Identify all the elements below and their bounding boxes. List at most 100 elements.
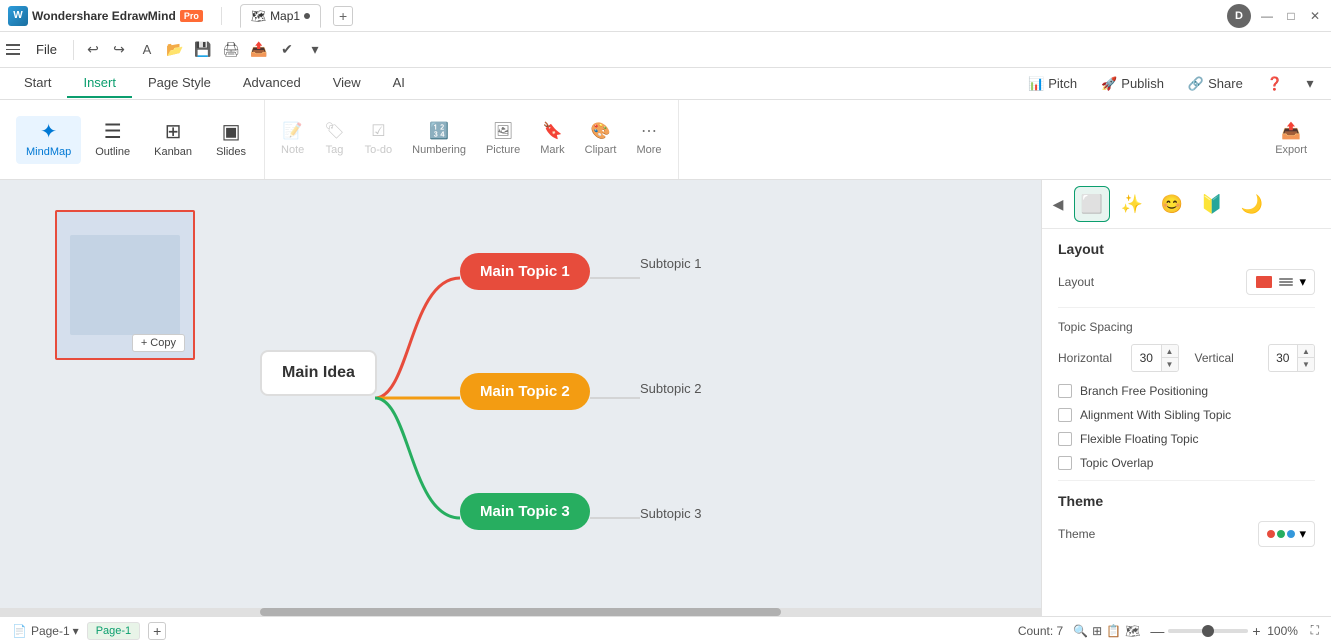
- main-area: + Copy Main Idea: [0, 180, 1331, 616]
- map-icon: 🗺: [251, 9, 266, 23]
- export-icon-button[interactable]: 📤: [246, 37, 272, 63]
- vertical-decrement[interactable]: ▼: [1298, 358, 1314, 371]
- format-button[interactable]: A: [134, 37, 160, 63]
- zoom-slider[interactable]: [1168, 629, 1248, 633]
- more-menu-button[interactable]: ▾: [302, 37, 328, 63]
- subtopic-2: Subtopic 2: [640, 381, 701, 396]
- flexible-label: Flexible Floating Topic: [1080, 432, 1199, 446]
- user-avatar[interactable]: D: [1227, 4, 1251, 28]
- topic-node-3[interactable]: Main Topic 3: [460, 493, 590, 530]
- map-tab[interactable]: 🗺 Map1: [240, 4, 321, 28]
- tag-icon: 🏷: [324, 124, 344, 140]
- tab-advanced[interactable]: Advanced: [227, 69, 317, 98]
- kanban-tool[interactable]: ⊞ Kanban: [144, 116, 202, 164]
- pitch-button[interactable]: 📊 Pitch: [1018, 72, 1087, 96]
- vertical-increment[interactable]: ▲: [1298, 345, 1314, 358]
- alignment-checkbox[interactable]: [1058, 408, 1072, 422]
- titlebar-right: D — □ ✕: [1227, 4, 1323, 28]
- theme-selector[interactable]: ▾: [1258, 521, 1315, 547]
- layout-color-block: [1256, 276, 1272, 288]
- flexible-row: Flexible Floating Topic: [1058, 432, 1315, 446]
- mindmap-tool[interactable]: ✦ MindMap: [16, 116, 81, 164]
- add-page-button[interactable]: +: [148, 622, 166, 640]
- close-button[interactable]: ✕: [1307, 8, 1323, 24]
- vertical-spinner[interactable]: 30 ▲ ▼: [1268, 344, 1316, 372]
- spacing-divider: [1058, 307, 1315, 308]
- horizontal-spinner[interactable]: 30 ▲ ▼: [1131, 344, 1179, 372]
- zoom-control: — + 100%: [1150, 623, 1300, 639]
- zoom-slider-thumb: [1202, 625, 1214, 637]
- view-icon-4[interactable]: 🗺: [1125, 624, 1140, 638]
- outline-tool[interactable]: ☰ Outline: [85, 116, 140, 164]
- zoom-in-button[interactable]: +: [1252, 623, 1260, 639]
- new-tab-button[interactable]: +: [333, 6, 353, 26]
- topic-node-1[interactable]: Main Topic 1: [460, 253, 590, 290]
- redo-button[interactable]: ↪: [106, 37, 132, 63]
- shield-panel-button[interactable]: 🔰: [1194, 186, 1230, 222]
- page-dropdown[interactable]: Page-1 ▾: [31, 624, 79, 638]
- horizontal-increment[interactable]: ▲: [1162, 345, 1178, 358]
- layout-line-3: [1279, 284, 1293, 286]
- layout-selector[interactable]: ▾: [1246, 269, 1315, 295]
- picture-icon: 🖼: [493, 124, 513, 140]
- folder-open-button[interactable]: 📂: [162, 37, 188, 63]
- branch-free-checkbox[interactable]: [1058, 384, 1072, 398]
- layout-lines-icon: [1279, 278, 1293, 286]
- spacing-section-title: Topic Spacing: [1058, 320, 1315, 334]
- undo-button[interactable]: ↩: [80, 37, 106, 63]
- horizontal-spinner-btns: ▲ ▼: [1161, 345, 1178, 371]
- moon-panel-button[interactable]: 🌙: [1234, 186, 1270, 222]
- numbering-tool[interactable]: 🔢 Numbering: [404, 120, 474, 160]
- horizontal-decrement[interactable]: ▼: [1162, 358, 1178, 371]
- horizontal-scrollbar[interactable]: [0, 608, 1041, 616]
- layout-panel-button[interactable]: ⬜: [1074, 186, 1110, 222]
- tab-view[interactable]: View: [317, 69, 377, 98]
- layout-icon-option: [1255, 275, 1273, 289]
- tab-page-style[interactable]: Page Style: [132, 69, 227, 98]
- fullscreen-button[interactable]: ⛶: [1311, 623, 1319, 638]
- clipart-tool[interactable]: 🎨 Clipart: [577, 120, 625, 160]
- tab-start[interactable]: Start: [8, 69, 67, 98]
- print-button[interactable]: 🖨: [218, 37, 244, 63]
- maximize-button[interactable]: □: [1283, 8, 1299, 24]
- page-tab[interactable]: Page-1: [87, 622, 140, 640]
- picture-tool[interactable]: 🖼 Picture: [478, 120, 528, 160]
- layout-label: Layout: [1058, 275, 1246, 289]
- undo-redo-group: ↩ ↪: [80, 37, 132, 63]
- flexible-checkbox[interactable]: [1058, 432, 1072, 446]
- check-button[interactable]: ✔: [274, 37, 300, 63]
- more-tool[interactable]: ⋯ More: [628, 120, 669, 160]
- topic-node-2[interactable]: Main Topic 2: [460, 373, 590, 410]
- publish-button[interactable]: 🚀 Publish: [1091, 72, 1174, 96]
- panel-collapse-button[interactable]: ◀: [1046, 192, 1070, 216]
- help-button[interactable]: ❓: [1257, 72, 1293, 96]
- file-menu[interactable]: File: [26, 38, 67, 61]
- pro-badge: Pro: [180, 10, 203, 22]
- view-icon-3[interactable]: 📋: [1106, 624, 1121, 638]
- zoom-out-button[interactable]: —: [1150, 623, 1164, 639]
- minimize-button[interactable]: —: [1259, 8, 1275, 24]
- export-tool[interactable]: 📤 Export: [1267, 120, 1315, 160]
- canvas-area[interactable]: + Copy Main Idea: [0, 180, 1041, 616]
- tab-ai[interactable]: AI: [377, 69, 421, 98]
- view-icon-2[interactable]: ⊞: [1092, 624, 1102, 638]
- view-icon-1[interactable]: 🔍: [1073, 624, 1088, 638]
- theme-dot-blue: [1287, 530, 1295, 538]
- sparkle-panel-button[interactable]: ✨: [1114, 186, 1150, 222]
- mark-tool[interactable]: 🔖 Mark: [532, 120, 572, 160]
- count-label: Count: 7: [1018, 624, 1063, 638]
- copy-button[interactable]: + Copy: [132, 334, 185, 352]
- slides-tool[interactable]: ▣ Slides: [206, 116, 256, 164]
- layout-preview[interactable]: + Copy: [55, 210, 195, 360]
- save-button[interactable]: 💾: [190, 37, 216, 63]
- theme-divider: [1058, 480, 1315, 481]
- tab-insert[interactable]: Insert: [67, 69, 132, 98]
- central-node[interactable]: Main Idea: [260, 350, 377, 396]
- expand-button[interactable]: ▾: [1297, 71, 1323, 97]
- tag-tool: 🏷 Tag: [316, 120, 352, 160]
- emoji-panel-button[interactable]: 😊: [1154, 186, 1190, 222]
- scrollbar-thumb: [260, 608, 781, 616]
- menu-toggle-button[interactable]: [4, 40, 24, 60]
- share-button[interactable]: 🔗 Share: [1178, 72, 1253, 96]
- overlap-checkbox[interactable]: [1058, 456, 1072, 470]
